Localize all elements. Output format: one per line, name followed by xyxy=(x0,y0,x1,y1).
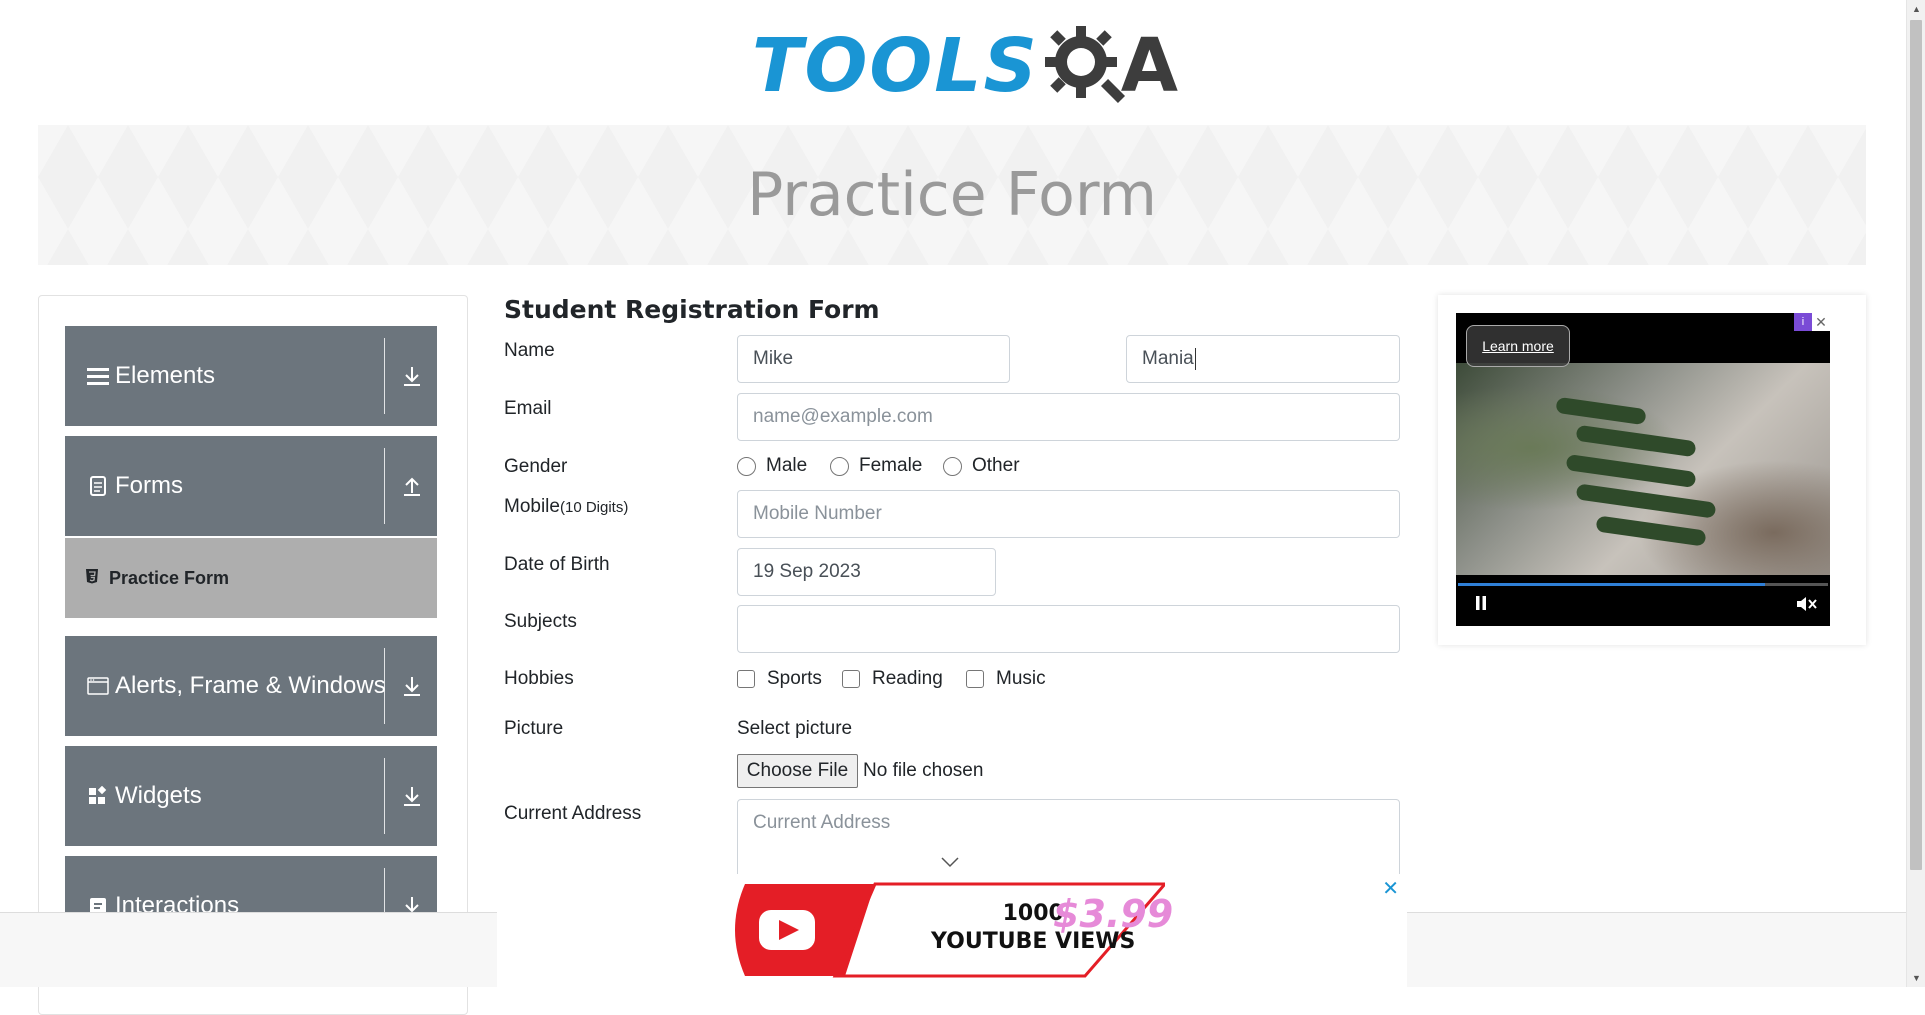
learn-more-button[interactable]: Learn more xyxy=(1466,325,1570,367)
radio-label: Female xyxy=(859,455,923,476)
hobby-checkbox-sports[interactable]: Sports xyxy=(737,668,822,690)
youtube-views-ad[interactable]: 1000 YOUTUBE VIEWS $3.99 ✕ xyxy=(497,874,1407,987)
hobby-checkbox-reading[interactable]: Reading xyxy=(842,668,943,690)
ad-info-icon[interactable]: i xyxy=(1794,313,1812,331)
email-input[interactable]: name@example.com xyxy=(737,393,1400,441)
sidebar-group-widgets[interactable]: Widgets xyxy=(65,746,437,846)
radio-label: Male xyxy=(766,455,808,476)
radio-label: Other xyxy=(972,455,1020,476)
logo-text-tools: TOOLS xyxy=(752,23,1039,109)
pause-icon[interactable] xyxy=(1474,595,1488,616)
toolsqa-logo[interactable]: TOOLS A xyxy=(752,18,1178,114)
sidebar-group-elements[interactable]: Elements xyxy=(65,326,437,426)
video-player[interactable]: Learn more i ✕ xyxy=(1456,313,1830,626)
radio-button[interactable] xyxy=(737,456,756,476)
download-arrow-icon xyxy=(397,746,427,846)
upload-arrow-icon xyxy=(397,436,427,536)
ad-price: $3.99 xyxy=(1053,892,1174,936)
last-name-value: Mania xyxy=(1142,348,1194,369)
sidebar-group-label: Forms xyxy=(115,472,183,499)
hobbies-label: Hobbies xyxy=(504,668,574,689)
first-name-input[interactable]: Mike xyxy=(737,335,1010,383)
picture-label: Picture xyxy=(504,718,564,739)
logo-text-a: A xyxy=(1120,23,1179,109)
sidebar-group-label: Alerts, Frame & Windows xyxy=(115,672,386,699)
checkbox-label: Sports xyxy=(767,668,822,689)
last-name-input[interactable]: Mania xyxy=(1126,335,1400,383)
dob-label: Date of Birth xyxy=(504,554,610,575)
sidebar-item-label: Practice Form xyxy=(109,567,230,588)
mobile-hint: (10 Digits) xyxy=(559,499,629,516)
scrollbar-thumb[interactable] xyxy=(1910,20,1922,870)
hamburger-icon xyxy=(85,366,111,386)
checkbox[interactable] xyxy=(737,670,755,688)
gender-radio-other[interactable]: Other xyxy=(943,455,1020,477)
sidebar-group-alerts[interactable]: Alerts, Frame & Windows xyxy=(65,636,437,736)
chevron-down-icon[interactable] xyxy=(940,855,960,873)
video-frame xyxy=(1456,363,1830,575)
radio-button[interactable] xyxy=(943,456,962,476)
subjects-input[interactable] xyxy=(737,605,1400,653)
page-title: Practice Form xyxy=(747,160,1157,230)
form-title: Student Registration Form xyxy=(504,295,880,324)
name-label: Name xyxy=(504,340,555,361)
email-label: Email xyxy=(504,398,552,419)
html5-icon xyxy=(85,568,105,589)
radio-button[interactable] xyxy=(830,456,849,476)
mute-icon[interactable] xyxy=(1796,595,1818,618)
close-icon[interactable]: ✕ xyxy=(1382,876,1399,901)
select-picture-label: Select picture xyxy=(737,718,853,739)
gender-label: Gender xyxy=(504,456,568,477)
gear-magnifier-icon xyxy=(1044,26,1125,104)
sidebar-group-forms[interactable]: Forms xyxy=(65,436,437,536)
choose-file-button[interactable]: Choose File xyxy=(737,754,858,788)
window-icon xyxy=(85,677,111,695)
hobby-checkbox-music[interactable]: Music xyxy=(966,668,1046,690)
sidebar: Elements Forms Practice Form Alerts, Fra… xyxy=(38,295,468,1015)
gender-radio-female[interactable]: Female xyxy=(830,455,922,477)
download-arrow-icon xyxy=(397,636,427,736)
checkbox[interactable] xyxy=(842,670,860,688)
video-ad: Learn more i ✕ xyxy=(1438,295,1866,645)
close-icon[interactable]: ✕ xyxy=(1812,313,1830,331)
checkbox-label: Reading xyxy=(872,668,943,689)
file-status: No file chosen xyxy=(863,760,984,781)
scroll-up-arrow-icon[interactable]: ▲ xyxy=(1907,0,1925,18)
current-address-label: Current Address xyxy=(504,803,642,824)
checkbox[interactable] xyxy=(966,670,984,688)
page-scrollbar[interactable]: ▲ ▼ xyxy=(1906,0,1925,987)
scroll-down-arrow-icon[interactable]: ▼ xyxy=(1907,969,1925,987)
subjects-label: Subjects xyxy=(504,611,577,632)
document-icon xyxy=(85,476,111,496)
download-arrow-icon xyxy=(397,326,427,426)
mobile-input[interactable]: Mobile Number xyxy=(737,490,1400,538)
checkbox-label: Music xyxy=(996,668,1046,689)
page-banner: Practice Form xyxy=(38,125,1866,265)
mobile-label-text: Mobile xyxy=(504,496,560,517)
sidebar-item-practice-form[interactable]: Practice Form xyxy=(65,538,437,618)
dob-input[interactable]: 19 Sep 2023 xyxy=(737,548,996,596)
video-progress-bar[interactable] xyxy=(1458,583,1828,586)
mobile-label: Mobile(10 Digits) xyxy=(504,496,628,518)
sidebar-group-label: Widgets xyxy=(115,782,202,809)
widgets-icon xyxy=(85,786,111,806)
sidebar-group-label: Elements xyxy=(115,362,216,389)
gender-radio-male[interactable]: Male xyxy=(737,455,807,477)
